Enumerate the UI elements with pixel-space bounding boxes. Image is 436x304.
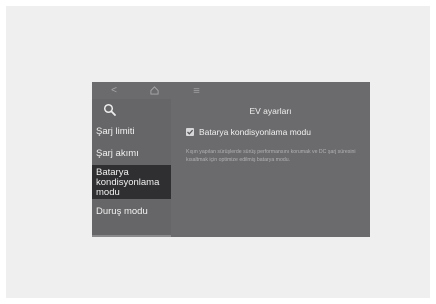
back-icon: < — [111, 85, 117, 96]
sidebar-item-label: Duruş modu — [96, 206, 148, 217]
menu-icon — [193, 88, 199, 93]
sidebar-item-label: Şarj limiti — [96, 126, 135, 137]
sidebar-item-stop-mode[interactable]: Duruş modu — [92, 207, 171, 217]
sidebar-item-label: Batarya kondisyonlama modu — [96, 167, 160, 198]
ev-settings-screen: < Şarj limiti Şarj akımı Batarya kondisy… — [92, 82, 370, 237]
top-navigation-bar: < — [92, 82, 370, 99]
battery-conditioning-label[interactable]: Batarya kondisyonlama modu — [199, 127, 311, 137]
battery-conditioning-checkbox[interactable] — [186, 128, 194, 136]
sidebar-divider — [92, 235, 171, 237]
menu-button[interactable] — [188, 83, 204, 98]
home-button[interactable] — [146, 83, 162, 98]
home-icon — [149, 86, 159, 95]
main-panel: EV ayarları Batarya kondisyonlama modu K… — [171, 99, 370, 237]
page-frame: < Şarj limiti Şarj akımı Batarya kondisy… — [6, 6, 430, 298]
search-button[interactable] — [103, 103, 121, 121]
sidebar: Şarj limiti Şarj akımı Batarya kondisyon… — [92, 99, 171, 237]
checkmark-icon — [187, 129, 194, 135]
sidebar-item-charge-current[interactable]: Şarj akımı — [92, 149, 171, 159]
sidebar-item-label: Şarj akımı — [96, 148, 139, 159]
sidebar-item-charge-limit[interactable]: Şarj limiti — [92, 127, 171, 137]
page-title: EV ayarları — [249, 106, 292, 116]
search-icon — [103, 103, 116, 116]
battery-conditioning-description: Kışın yapılan sürüşlerde sürüş performan… — [186, 149, 356, 163]
back-button[interactable]: < — [106, 83, 122, 98]
sidebar-item-battery-conditioning[interactable]: Batarya kondisyonlama modu — [92, 165, 171, 199]
